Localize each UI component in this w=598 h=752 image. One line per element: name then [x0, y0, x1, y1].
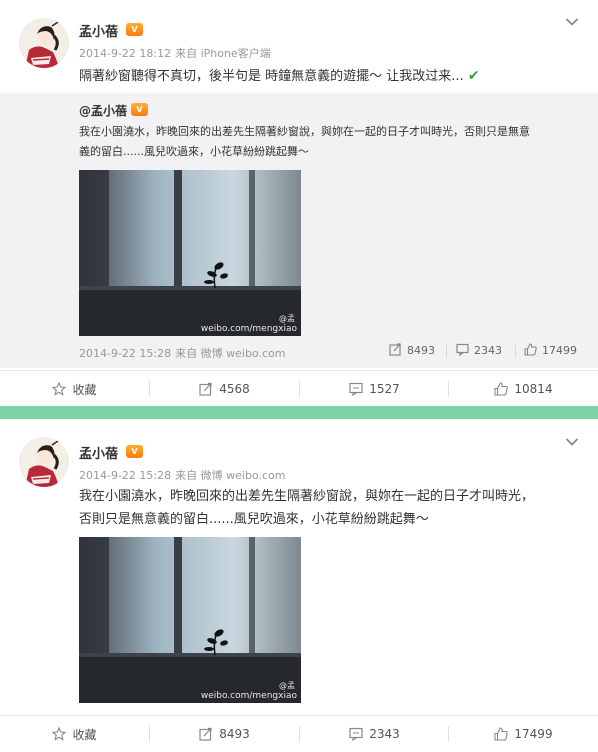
post-meta: 2014-9-22 15:28 来自 微博 weibo.com [79, 467, 285, 483]
weibo-post-1: 孟小蓓 V 2014-9-22 18:12 来自 iPhone客户端 隔著紗窗聽得… [0, 0, 598, 407]
repost-meta: 2014-9-22 15:28 来自 微博 weibo.com [79, 345, 285, 361]
vip-badge-icon: V [126, 445, 143, 458]
repost-count: 8493 [219, 727, 250, 741]
post-text-body: 隔著紗窗聽得不真切，後半句是 時鐘無意義的遊擺～ 让我改过来... [79, 69, 464, 84]
post-text-line-2: 否則只是無意義的留白......風兒吹過來，小花草紛紛跳起舞～ [79, 512, 429, 527]
check-icon: ✔ [467, 68, 480, 84]
repost-text-line-1: 我在小園澆水，昨晚回來的出差先生隔著紗窗說，與妳在一起的日子才叫時光，否則只是無… [79, 125, 530, 138]
post-time[interactable]: 2014-9-22 15:28 [79, 469, 171, 482]
repost-stat-likes[interactable]: 17499 [524, 343, 577, 359]
repost-button[interactable]: 8493 [150, 716, 299, 752]
repost-source[interactable]: 来自 微博 weibo.com [175, 347, 285, 360]
repost-icon [389, 343, 402, 359]
chevron-down-icon[interactable] [565, 17, 579, 29]
favorite-label: 收藏 [72, 727, 97, 742]
author-name[interactable]: 孟小蓓 [79, 443, 118, 462]
repost-icon [199, 727, 213, 741]
action-bar: 收藏 4568 1527 10814 [0, 370, 598, 407]
watermark-handle: @孟 [279, 314, 295, 323]
comment-icon [349, 727, 363, 742]
like-count: 10814 [514, 382, 553, 396]
reposted-content: @孟小蓓 V 我在小園澆水，昨晚回來的出差先生隔著紗窗說，與妳在一起的日子才叫時… [0, 93, 598, 368]
repost-button[interactable]: 4568 [150, 371, 299, 407]
post-image[interactable]: @孟 weibo.com/mengxiao [79, 170, 301, 336]
repost-text-line-2: 義的留白......風兒吹過來，小花草紛紛跳起舞～ [79, 145, 309, 158]
repost-count: 4568 [219, 382, 250, 396]
comment-count: 2343 [369, 727, 400, 741]
divider [515, 345, 516, 357]
action-bar: 收藏 8493 2343 17499 [0, 715, 598, 752]
post-text-line-1: 我在小園澆水，昨晚回來的出差先生隔著紗窗說，與妳在一起的日子才叫時光， [79, 489, 535, 504]
comment-icon [349, 382, 363, 397]
comment-icon [456, 343, 469, 359]
favorite-button[interactable]: 收藏 [0, 371, 149, 407]
repost-time[interactable]: 2014-9-22 15:28 [79, 347, 171, 360]
repost-icon [199, 382, 213, 396]
watermark: weibo.com/mengxiao [200, 324, 297, 334]
comment-button[interactable]: 1527 [300, 371, 449, 407]
post-separator [0, 406, 598, 419]
favorite-label: 收藏 [72, 382, 97, 397]
like-icon [494, 727, 509, 741]
repost-author-label[interactable]: @孟小蓓 [79, 104, 127, 118]
repost-stat-comments[interactable]: 2343 [456, 343, 502, 359]
like-icon [524, 343, 537, 359]
avatar[interactable] [19, 437, 69, 487]
vip-badge-icon: V [131, 103, 148, 116]
repost-stat-reposts[interactable]: 8493 [389, 343, 435, 359]
weibo-post-2: 孟小蓓 V 2014-9-22 15:28 来自 微博 weibo.com 我在小… [0, 419, 598, 752]
post-source[interactable]: 来自 iPhone客户端 [175, 47, 271, 60]
post-time[interactable]: 2014-9-22 18:12 [79, 47, 171, 60]
like-count: 17499 [514, 727, 553, 741]
repost-count: 8493 [407, 344, 435, 357]
post-meta: 2014-9-22 18:12 来自 iPhone客户端 [79, 45, 271, 61]
star-icon [52, 726, 67, 741]
chevron-down-icon[interactable] [565, 437, 579, 449]
post-text: 隔著紗窗聽得不真切，後半句是 時鐘無意義的遊擺～ 让我改过来... ✔ [79, 65, 579, 88]
like-button[interactable]: 10814 [449, 371, 598, 407]
favorite-button[interactable]: 收藏 [0, 716, 149, 752]
post-source[interactable]: 来自 微博 weibo.com [175, 469, 285, 482]
author-name[interactable]: 孟小蓓 [79, 21, 118, 40]
post-text: 我在小園澆水，昨晚回來的出差先生隔著紗窗說，與妳在一起的日子才叫時光， 否則只是… [79, 485, 579, 531]
comment-count: 1527 [369, 382, 400, 396]
comment-button[interactable]: 2343 [300, 716, 449, 752]
post-image[interactable]: @孟 weibo.com/mengxiao [79, 537, 301, 703]
watermark: weibo.com/mengxiao [200, 691, 297, 701]
star-icon [52, 381, 67, 396]
divider [446, 345, 447, 357]
repost-text: 我在小園澆水，昨晚回來的出差先生隔著紗窗說，與妳在一起的日子才叫時光，否則只是無… [79, 122, 579, 162]
comment-count: 2343 [474, 344, 502, 357]
avatar[interactable] [19, 18, 69, 68]
like-button[interactable]: 17499 [449, 716, 598, 752]
repost-author[interactable]: @孟小蓓 [79, 102, 127, 119]
vip-badge-icon: V [126, 23, 143, 36]
watermark-handle: @孟 [279, 681, 295, 690]
like-count: 17499 [542, 344, 577, 357]
like-icon [494, 382, 509, 396]
